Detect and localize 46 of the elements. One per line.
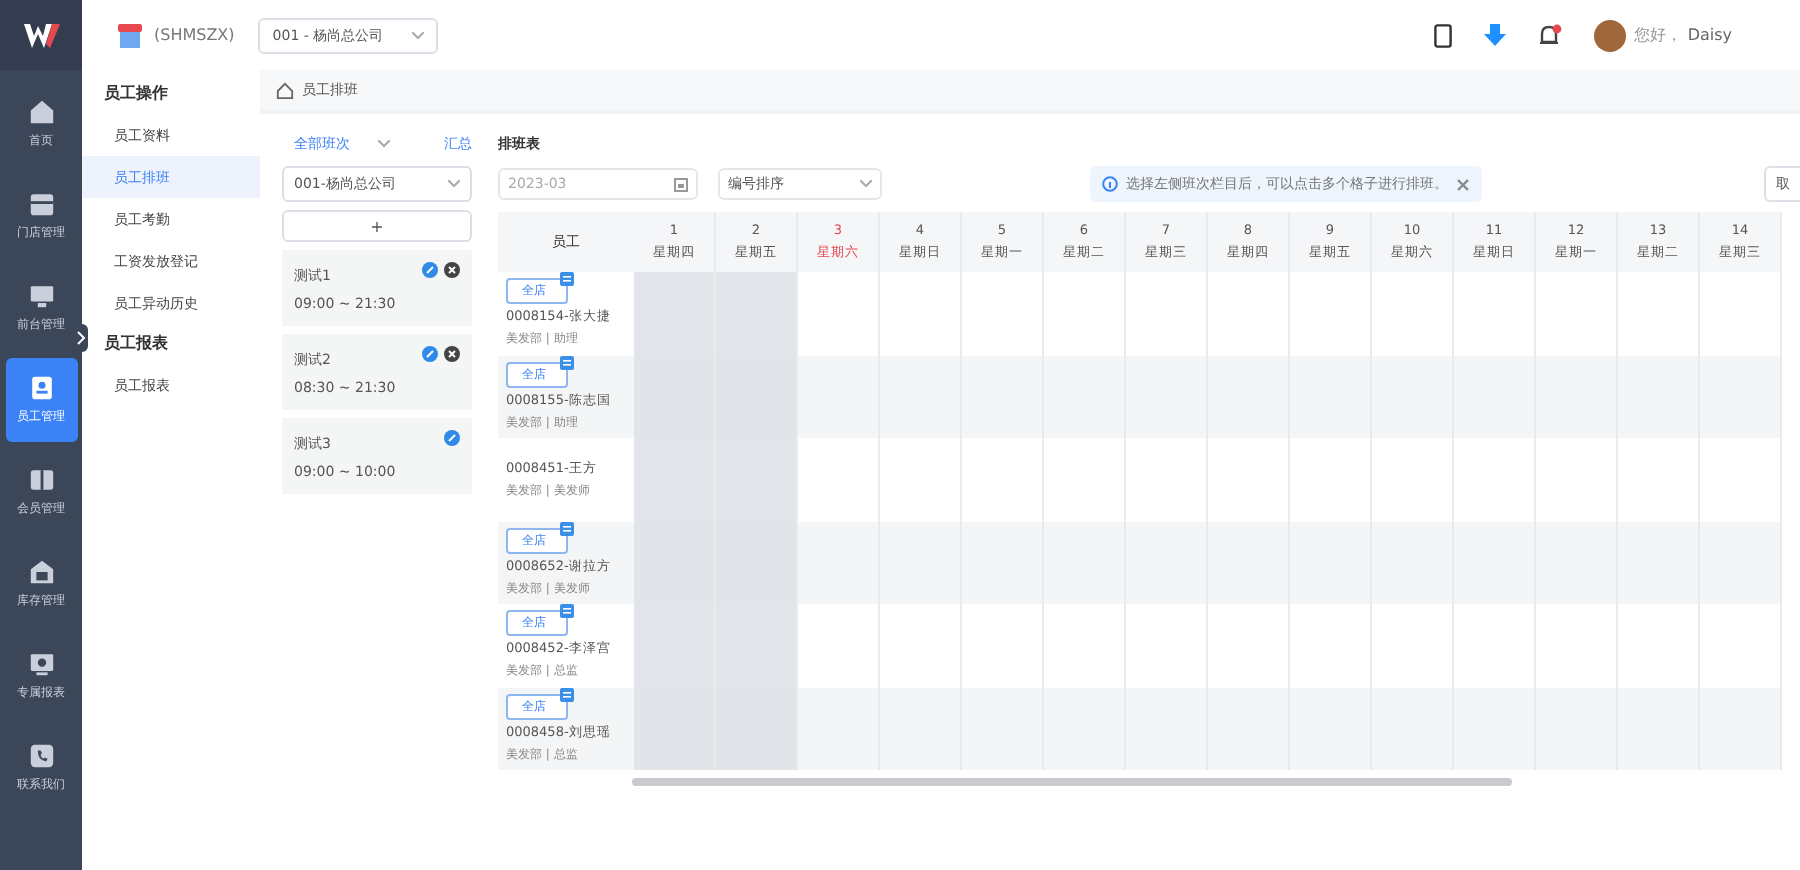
list-badge-icon[interactable] (560, 687, 574, 702)
caret-icon (412, 31, 425, 39)
tablet-icon[interactable] (1433, 23, 1452, 47)
schedule-cell[interactable] (634, 687, 716, 770)
schedule-cell[interactable] (798, 687, 880, 770)
store-icon (118, 23, 142, 47)
add-shift-button[interactable]: + (282, 210, 472, 242)
home-icon[interactable] (276, 81, 294, 99)
logo-icon (21, 21, 61, 49)
menu-group-title: 员工报表 (102, 332, 170, 356)
store-icon (27, 190, 55, 218)
id-badge-icon (27, 374, 55, 402)
info-icon (1102, 176, 1118, 192)
greeting: 您好， (1633, 24, 1682, 46)
scroll-bar[interactable] (632, 778, 1512, 786)
avatar[interactable] (1593, 19, 1626, 51)
list-badge-icon[interactable] (560, 521, 574, 536)
schedule-cell[interactable] (798, 521, 880, 604)
download-icon[interactable] (1483, 23, 1506, 47)
menu-group-title: 员工操作 (102, 82, 170, 106)
bell-icon[interactable] (1537, 23, 1562, 47)
schedule-cell[interactable] (716, 272, 798, 355)
user-name[interactable]: Daisy (1687, 26, 1732, 44)
edit-icon[interactable] (422, 346, 438, 362)
edit-icon[interactable] (444, 430, 460, 446)
warehouse-icon (27, 558, 55, 586)
schedule-cell[interactable] (716, 687, 798, 770)
caret-icon (860, 180, 872, 188)
screen-icon (27, 650, 55, 678)
list-badge-icon[interactable] (560, 272, 574, 287)
caret-icon (378, 140, 390, 148)
calendar-icon (674, 177, 688, 191)
delete-icon[interactable] (444, 346, 460, 362)
schedule-cell[interactable] (798, 355, 880, 438)
schedule-cell[interactable] (634, 272, 716, 355)
caret-icon (448, 180, 460, 188)
list-badge-icon[interactable] (560, 355, 574, 370)
list-badge-icon[interactable] (560, 604, 574, 619)
monitor-icon (27, 282, 55, 310)
edit-icon[interactable] (422, 262, 438, 278)
close-icon[interactable] (1456, 177, 1470, 191)
store-name: (SHMSZX) (154, 26, 235, 44)
delete-icon[interactable] (444, 262, 460, 278)
phone-icon (27, 742, 55, 770)
book-icon (27, 466, 55, 494)
home-icon (27, 98, 55, 126)
